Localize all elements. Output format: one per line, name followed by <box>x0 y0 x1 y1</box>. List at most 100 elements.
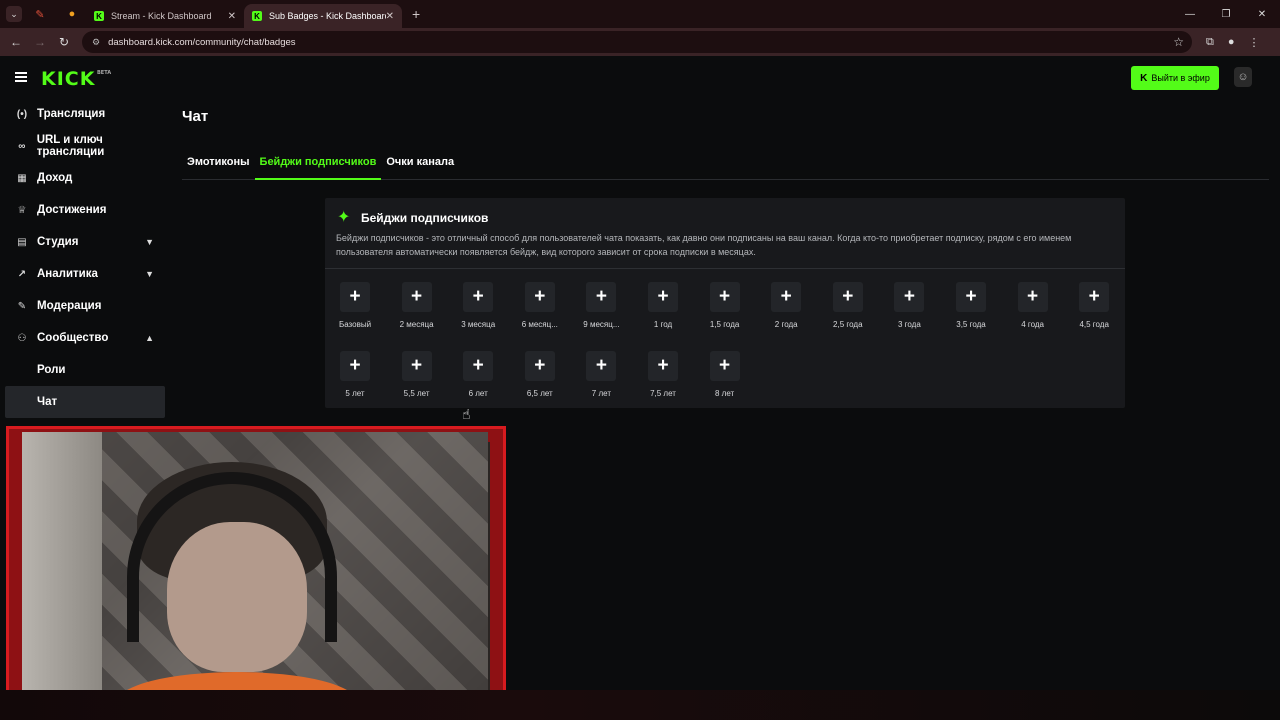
badge-label: 8 лет <box>715 389 735 398</box>
bookmark-star-icon[interactable]: ☆ <box>1173 35 1184 49</box>
tab-search-icon[interactable]: ⌄ <box>6 6 22 22</box>
site-info-icon[interactable]: ⚙ <box>92 37 100 48</box>
badge-slot[interactable]: +9 месяц... <box>570 282 632 329</box>
browser-tab-bar: ⌄ ✎ ● K Stream - Kick Dashboard ✕ K Sub … <box>0 0 1280 28</box>
add-badge-button[interactable]: + <box>1017 282 1048 312</box>
close-icon[interactable]: ✕ <box>228 11 236 22</box>
browser-menu-icon[interactable]: ⋮ <box>1249 36 1260 49</box>
pinned-tab-2[interactable]: ● <box>58 2 86 26</box>
webcam-overlay <box>6 426 506 708</box>
add-badge-button[interactable]: + <box>340 282 370 312</box>
tab-emotes[interactable]: Эмотиконы <box>182 154 255 180</box>
plus-icon: + <box>719 355 731 376</box>
badge-slot[interactable]: +8 лет <box>694 351 756 398</box>
forward-icon[interactable]: → <box>28 35 52 49</box>
sidebar-item-studio[interactable]: ▤ Студия ▼ <box>0 226 170 258</box>
tab-channel-points[interactable]: Очки канала <box>381 154 459 180</box>
browser-tab-stream[interactable]: K Stream - Kick Dashboard ✕ <box>86 4 244 28</box>
add-badge-button[interactable]: + <box>463 351 494 381</box>
chevron-down-icon: ▼ <box>145 269 154 279</box>
maximize-icon[interactable]: ❐ <box>1208 9 1244 20</box>
add-badge-button[interactable]: + <box>1079 282 1110 312</box>
add-badge-button[interactable]: + <box>832 282 863 312</box>
badge-slot[interactable]: +3 года <box>878 282 940 329</box>
badge-slot[interactable]: +2 года <box>755 282 817 329</box>
badge-slot[interactable]: +6 лет <box>447 351 509 398</box>
new-tab-icon[interactable]: + <box>412 6 420 22</box>
badge-slot[interactable]: + Базовый <box>324 282 386 329</box>
close-window-icon[interactable]: ✕ <box>1244 9 1280 20</box>
trophy-icon: ♕ <box>17 204 27 216</box>
tab-sub-badges[interactable]: Бейджи подписчиков <box>254 154 382 180</box>
add-badge-button[interactable]: + <box>586 282 617 312</box>
hamburger-menu-icon[interactable] <box>15 72 27 82</box>
add-badge-button[interactable]: + <box>771 282 802 312</box>
badge-label: 4,5 года <box>1079 320 1109 329</box>
avatar[interactable]: ☺ <box>1234 67 1252 87</box>
add-badge-button[interactable]: + <box>648 282 678 312</box>
plus-icon: + <box>719 286 731 307</box>
minimize-icon[interactable]: — <box>1172 9 1208 20</box>
add-badge-button[interactable]: + <box>340 351 370 381</box>
sidebar-item-label: URL и ключ трансляции <box>36 134 105 158</box>
tab-title: Sub Badges - Kick Dashboard <box>269 11 386 21</box>
go-live-button[interactable]: K Выйти в эфир <box>1131 66 1219 90</box>
sidebar-item-broadcast[interactable]: (•) Трансляция <box>0 98 170 130</box>
add-badge-button[interactable]: + <box>463 282 494 312</box>
profile-icon[interactable]: ● <box>1228 36 1235 49</box>
badge-slot[interactable]: +6,5 лет <box>509 351 571 398</box>
badge-slot[interactable]: +3,5 года <box>940 282 1002 329</box>
add-badge-button[interactable]: + <box>401 351 432 381</box>
pinned-tab-1[interactable]: ✎ <box>26 2 54 26</box>
sparkle-icon: ✦ <box>337 209 351 226</box>
badge-slot[interactable]: +3 месяца <box>447 282 509 329</box>
sidebar-item-revenue[interactable]: ▦ Доход <box>0 162 170 194</box>
plus-icon: + <box>349 286 361 307</box>
logo-beta-tag: BETA <box>97 70 112 76</box>
chat-tabs: Эмотиконы Бейджи подписчиков Очки канала <box>182 154 1269 180</box>
sidebar-item-label: Сообщество <box>37 332 109 344</box>
kick-logo[interactable]: KICK BETA <box>41 68 111 90</box>
reload-icon[interactable]: ↻ <box>52 35 76 49</box>
add-badge-button[interactable]: + <box>709 282 740 312</box>
badge-slot[interactable]: +4 года <box>1002 282 1064 329</box>
add-badge-button[interactable]: + <box>648 351 678 381</box>
add-badge-button[interactable]: + <box>709 351 740 381</box>
back-icon[interactable]: ← <box>4 35 28 49</box>
badge-slot[interactable]: +5 лет <box>324 351 386 398</box>
extensions-icon[interactable]: ⧉ <box>1206 36 1214 49</box>
badge-slot[interactable]: +2 месяца <box>386 282 448 329</box>
sidebar-item-achievements[interactable]: ♕ Достижения <box>0 194 170 226</box>
badge-slot[interactable]: +7 лет <box>570 351 632 398</box>
badge-label: 4 года <box>1021 320 1044 329</box>
plus-icon: + <box>411 355 423 376</box>
add-badge-button[interactable]: + <box>524 282 555 312</box>
badge-slot[interactable]: +6 месяц... <box>509 282 571 329</box>
add-badge-button[interactable]: + <box>586 351 617 381</box>
badge-slot[interactable]: +4,5 года <box>1063 282 1125 329</box>
plus-icon: + <box>411 286 423 307</box>
url-input[interactable]: ⚙ dashboard.kick.com/community/chat/badg… <box>82 31 1192 53</box>
sidebar-item-chat[interactable]: Чат <box>5 386 165 418</box>
add-badge-button[interactable]: + <box>956 282 986 312</box>
badge-label: 2 года <box>774 320 798 329</box>
pinned-tab-icon: ✎ <box>35 8 45 21</box>
badge-slot[interactable]: +5,5 лет <box>386 351 448 398</box>
sidebar-item-roles[interactable]: Роли <box>0 354 170 386</box>
badge-slot[interactable]: +1,5 года <box>694 282 756 329</box>
kick-favicon-icon: K <box>94 11 104 21</box>
badge-slot[interactable]: +7,5 лет <box>632 351 694 398</box>
add-badge-button[interactable]: + <box>524 351 555 381</box>
sidebar-item-community[interactable]: ⚇ Сообщество ▲ <box>0 322 170 354</box>
badge-slot[interactable]: +1 год <box>632 282 694 329</box>
add-badge-button[interactable]: + <box>894 282 925 312</box>
browser-tab-sub-badges[interactable]: K Sub Badges - Kick Dashboard ✕ <box>244 4 402 28</box>
close-icon[interactable]: ✕ <box>386 11 394 22</box>
sidebar-item-stream-key[interactable]: ∞ URL и ключ трансляции <box>0 130 170 162</box>
analytics-icon: ↗ <box>17 268 27 280</box>
sidebar-item-analytics[interactable]: ↗ Аналитика ▼ <box>0 258 170 290</box>
sidebar-item-moderation[interactable]: ✎ Модерация <box>0 290 170 322</box>
badge-slot[interactable]: +2,5 года <box>817 282 879 329</box>
url-text: dashboard.kick.com/community/chat/badges <box>108 36 296 48</box>
add-badge-button[interactable]: + <box>401 282 432 312</box>
